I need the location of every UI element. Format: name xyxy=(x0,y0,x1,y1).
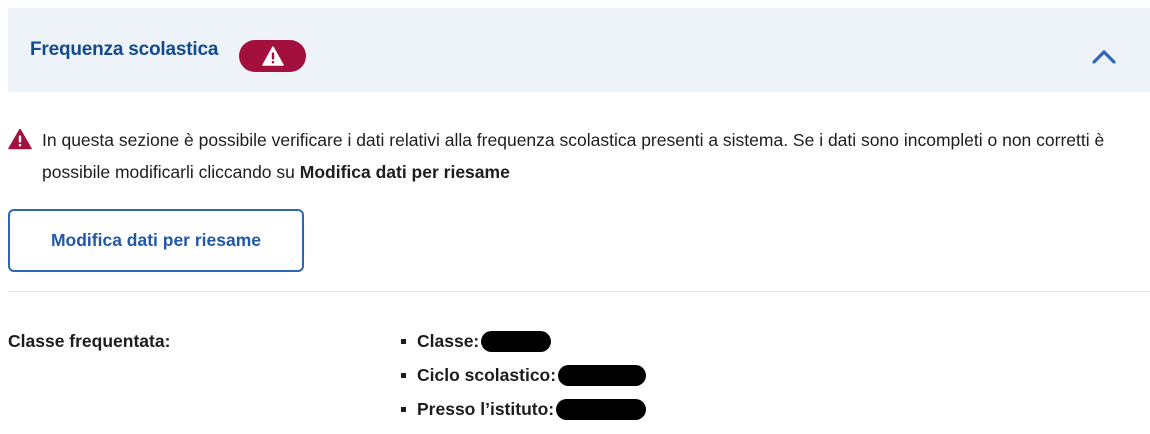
list-item-school-cycle: Ciclo scolastico: xyxy=(400,358,647,392)
institute-label: Presso l’istituto: xyxy=(417,399,555,419)
class-label: Classe: xyxy=(417,331,480,351)
warning-triangle-icon xyxy=(8,128,32,150)
warning-triangle-icon xyxy=(261,46,284,66)
bullet xyxy=(401,338,406,344)
attendance-details-list: Classe: Ciclo scolastico: Presso l’istit… xyxy=(400,324,647,426)
notice-text-emphasis: Modifica dati per riesame xyxy=(299,162,510,182)
accordion-header[interactable]: Frequenza scolastica xyxy=(8,8,1150,92)
edit-data-for-review-button[interactable]: Modifica dati per riesame xyxy=(8,209,304,272)
list-item-class: Classe: xyxy=(400,324,646,358)
redacted-value xyxy=(481,330,552,352)
notice-text: In questa sezione è possibile verificare… xyxy=(42,124,1138,188)
divider xyxy=(8,291,1150,292)
chevron-up-icon[interactable] xyxy=(1090,46,1118,66)
attended-class-label: Classe frequentata: xyxy=(8,331,171,351)
info-notice: In questa sezione è possibile verificare… xyxy=(8,124,1138,188)
section-title: Frequenza scolastica xyxy=(30,39,219,60)
bullet xyxy=(401,372,406,378)
school-cycle-label: Ciclo scolastico: xyxy=(417,365,557,385)
redacted-value xyxy=(556,398,647,420)
bullet xyxy=(401,406,406,412)
redacted-value xyxy=(558,364,647,386)
notice-text-body: In questa sezione è possibile verificare… xyxy=(42,130,1105,182)
warning-badge xyxy=(239,40,306,72)
list-item-institute: Presso l’istituto: xyxy=(400,392,647,426)
